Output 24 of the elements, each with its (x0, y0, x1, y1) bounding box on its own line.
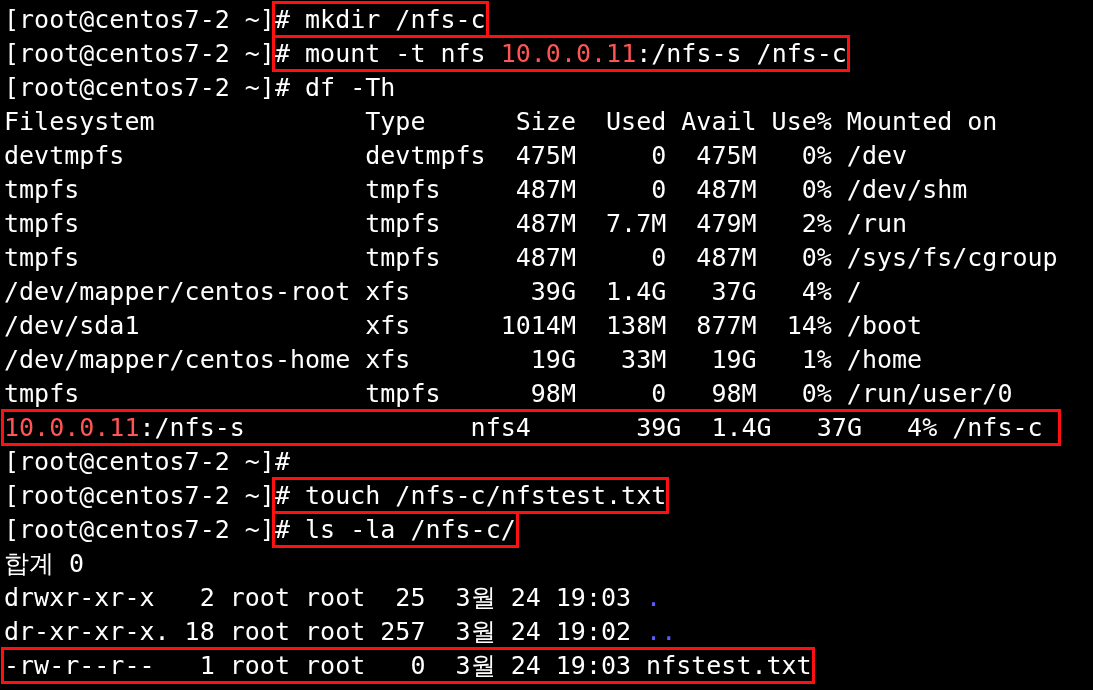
terminal-text: devtmpfs devtmpfs 475M 0 475M 0% /dev (4, 141, 908, 170)
terminal-text: /dev/mapper/centos-root xfs 39G 1.4G 37G 4% / (4, 277, 862, 306)
terminal-text: dr-xr-xr-x. 18 root root 257 3월 24 19:02 .. (4, 617, 677, 646)
terminal-text: tmpfs tmpfs 487M 0 487M 0% /sys/fs/cgroup (4, 243, 1058, 272)
terminal-text: drwxr-xr-x 2 root root 25 3월 24 19:03 . (4, 583, 662, 612)
terminal-text: # mkdir /nfs-c (274, 5, 486, 34)
terminal-text: tmpfs tmpfs 487M 0 487M 0% /dev/shm (4, 175, 968, 204)
terminal-text: [root@centos7-2 ~]# (4, 447, 290, 476)
terminal-text: [root@centos7-2 ~] (4, 39, 275, 68)
terminal-text: /dev/sda1 xfs 1014M 138M 877M 14% /boot (4, 311, 923, 340)
terminal-text: # mount -t nfs 10.0.0.11:/nfs-s /nfs-c (274, 39, 847, 68)
terminal-text: -rw-r--r-- 1 root root 0 3월 24 19:03 nfstest.txt (4, 651, 812, 680)
terminal-text: 10.0.0.11:/nfs-s nfs4 39G 1.4G 37G 4% /nfs-c (4, 413, 1044, 442)
terminal-text: # touch /nfs-c/nfstest.txt (274, 481, 667, 510)
terminal-text: 합계 0 (4, 549, 85, 578)
terminal-text: [root@centos7-2 ~] (4, 481, 275, 510)
terminal-text: /dev/mapper/centos-home xfs 19G 33M 19G 1% /home (4, 345, 923, 374)
terminal-text: [root@centos7-2 ~] (4, 515, 275, 544)
terminal-text: # ls -la /nfs-c/ (274, 515, 516, 544)
terminal-text: tmpfs tmpfs 98M 0 98M 0% /run/user/0 (4, 379, 1013, 408)
terminal-text: [root@centos7-2 ~] (4, 5, 275, 34)
terminal-text: Filesystem Type Size Used Avail Use% Mounted on (4, 107, 998, 136)
terminal-text: [root@centos7-2 ~]# df -Th (4, 73, 396, 102)
terminal-text: tmpfs tmpfs 487M 7.7M 479M 2% /run (4, 209, 908, 238)
